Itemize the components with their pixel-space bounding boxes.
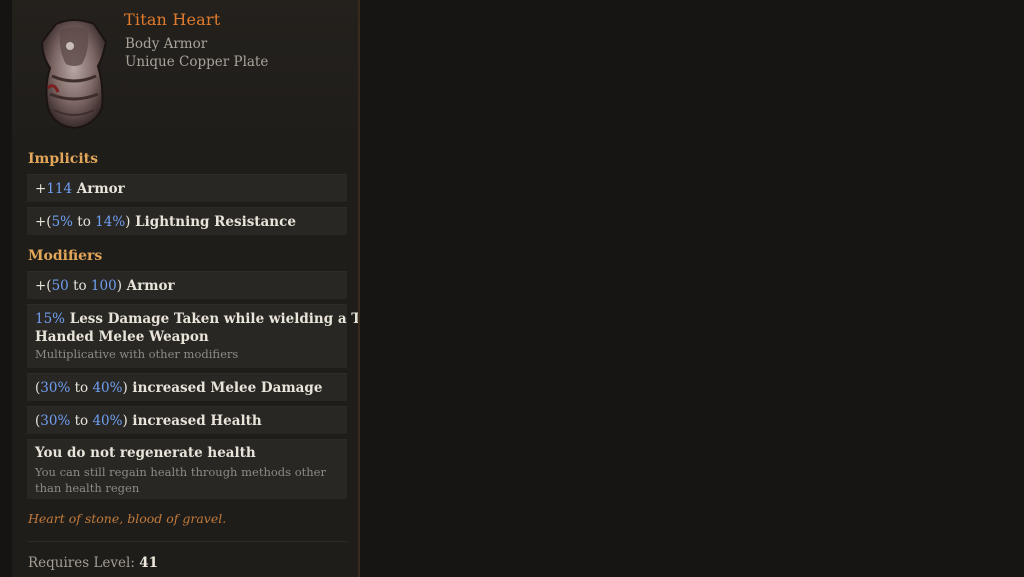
modifier-armor: +(50 to 100) Armor xyxy=(27,271,347,299)
modifier-note: You can still regain health through meth… xyxy=(35,465,326,479)
implicit-lightning-resistance: +(5% to 14%) Lightning Resistance xyxy=(27,207,347,235)
modifiers-heading: Modifiers xyxy=(28,248,103,264)
copper-plate-armor-icon xyxy=(40,19,108,130)
modifier-note: Multiplicative with other modifiers xyxy=(35,347,239,361)
modifier-melee-damage: (30% to 40%) increased Melee Damage xyxy=(27,373,347,401)
level-requirement: Requires Level: 41 xyxy=(28,555,158,571)
item-header: Titan Heart Body Armor Unique Copper Pla… xyxy=(12,0,358,140)
modifier-note: than health regen xyxy=(35,481,140,495)
flavor-text: Heart of stone, blood of gravel. xyxy=(28,511,227,526)
modifier-no-health-regen: You do not regenerate health You can sti… xyxy=(27,439,347,499)
empty-background xyxy=(362,0,1024,577)
modifier-less-damage-taken: 15% Less Damage Taken while wielding a T… xyxy=(27,304,358,368)
divider xyxy=(27,541,347,542)
item-name: Titan Heart xyxy=(124,10,221,29)
item-type: Body Armor xyxy=(125,36,208,52)
implicit-armor: +114 Armor xyxy=(27,174,347,202)
implicits-heading: Implicits xyxy=(28,151,98,167)
modifier-health: (30% to 40%) increased Health xyxy=(27,406,347,434)
item-tooltip: Titan Heart Body Armor Unique Copper Pla… xyxy=(12,0,360,577)
item-base-type: Unique Copper Plate xyxy=(125,54,269,70)
